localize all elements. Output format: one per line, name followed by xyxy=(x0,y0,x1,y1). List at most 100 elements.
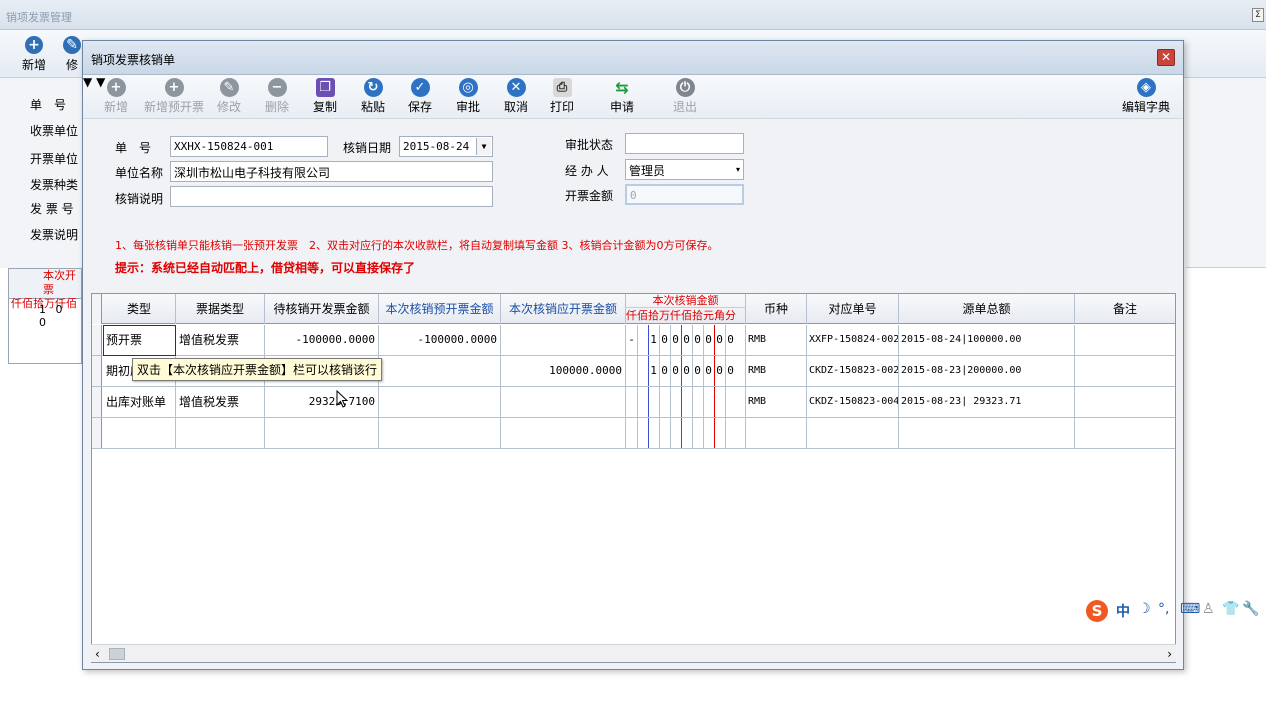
row-indicator[interactable] xyxy=(92,418,102,448)
cell-remark[interactable] xyxy=(1075,356,1175,386)
cell-remark[interactable] xyxy=(1075,387,1175,417)
cell-pre-invoice-amount[interactable]: -100000.0000 xyxy=(379,325,501,355)
cell-due-invoice-amount[interactable] xyxy=(501,418,626,448)
cell-type[interactable] xyxy=(103,418,176,448)
header-remark[interactable]: 备注 xyxy=(1075,294,1175,324)
invoice-amount-field[interactable]: 0 xyxy=(625,184,744,205)
company-field[interactable]: 深圳市松山电子科技有限公司 xyxy=(170,161,493,182)
header-source-total[interactable]: 源单总额 xyxy=(899,294,1075,324)
row-indicator[interactable] xyxy=(92,387,102,417)
delete-button[interactable]: − 删除 xyxy=(265,78,289,115)
cell-amount-digits[interactable] xyxy=(626,418,746,448)
table-row[interactable]: 出库对账单增值税发票29323.7100 RMBCKDZ-150823-00420… xyxy=(92,387,1175,418)
edit-button[interactable]: ✎ 修改 xyxy=(217,78,241,115)
horizontal-scrollbar[interactable]: ‹ › xyxy=(91,644,1176,662)
close-button[interactable]: ✕ xyxy=(1157,49,1175,66)
cell-due-invoice-amount[interactable] xyxy=(501,325,626,355)
amount-digit xyxy=(659,418,670,448)
cell-due-invoice-amount[interactable] xyxy=(501,387,626,417)
cell-currency[interactable] xyxy=(746,418,807,448)
approval-status-field[interactable] xyxy=(625,133,744,154)
cell-remark[interactable] xyxy=(1075,325,1175,355)
note-field[interactable] xyxy=(170,186,493,207)
sogou-logo-icon[interactable]: S xyxy=(1086,600,1108,622)
cell-pending-amount[interactable]: -100000.0000 xyxy=(265,325,379,355)
edit-label: 修改 xyxy=(217,100,242,114)
print-label: 打印 xyxy=(550,100,575,114)
amount-digit: 0 xyxy=(661,333,668,346)
background-window-button[interactable]: Σ xyxy=(1252,8,1264,22)
digit-header: 拾 xyxy=(648,309,659,322)
cell-source-total[interactable]: 2015-08-23| 29323.71 xyxy=(899,387,1075,417)
amount-digit xyxy=(637,418,648,448)
row-indicator[interactable] xyxy=(92,325,102,355)
copy-button[interactable]: ❐ 复制 xyxy=(313,78,337,115)
cell-due-invoice-amount[interactable]: 100000.0000 xyxy=(501,356,626,386)
cell-source-total[interactable]: 2015-08-24|100000.00 xyxy=(899,325,1075,355)
cell-pre-invoice-amount[interactable] xyxy=(379,356,501,386)
shirt-icon[interactable]: 👕 xyxy=(1222,601,1239,617)
cell-currency[interactable]: RMB xyxy=(746,325,807,355)
date-picker[interactable]: 2015-08-24 ▼ xyxy=(399,136,493,157)
table-row[interactable]: 预开票 增值税发票 -100000.0000 -100000.0000 RMB XXFP-… xyxy=(92,325,1175,356)
header-ref-no[interactable]: 对应单号 xyxy=(807,294,899,324)
background-edit-button[interactable]: ✎ 修 xyxy=(60,36,84,73)
punctuation-icon[interactable]: °, xyxy=(1158,601,1169,617)
edit-dictionary-button[interactable]: ◈ 编辑字典 xyxy=(1122,78,1170,115)
cancel-button[interactable]: ✕ 取消 xyxy=(504,78,528,115)
ime-mode-toggle[interactable]: 中 xyxy=(1116,601,1130,621)
cell-amount-digits[interactable]: -10000000 xyxy=(626,325,746,355)
cell-remark[interactable] xyxy=(1075,418,1175,448)
add-preinvoice-button[interactable]: + 新增预开票 xyxy=(144,78,204,115)
add-button[interactable]: + 新增 xyxy=(104,78,128,115)
user-icon[interactable]: ♙ xyxy=(1202,601,1215,617)
chevron-down-icon[interactable]: ▾ xyxy=(734,161,742,178)
moon-icon[interactable]: ☽ xyxy=(1138,601,1151,617)
cell-bill-type[interactable]: 增值税发票 xyxy=(176,387,265,417)
cell-pending-amount[interactable] xyxy=(265,418,379,448)
cell-ref-no[interactable]: CKDZ-150823-002 xyxy=(807,356,899,386)
scroll-thumb[interactable] xyxy=(109,648,125,660)
cell-bill-type[interactable] xyxy=(176,418,265,448)
scroll-left-icon[interactable]: ‹ xyxy=(95,647,100,661)
cell-pre-invoice-amount[interactable] xyxy=(379,418,501,448)
header-pending-amount[interactable]: 待核销开发票金额 xyxy=(265,294,379,324)
background-add-button[interactable]: + 新增 xyxy=(14,36,54,73)
cell-ref-no[interactable]: XXFP-150824-002 xyxy=(807,325,899,355)
table-row[interactable] xyxy=(92,418,1175,449)
scroll-right-icon[interactable]: › xyxy=(1167,647,1172,661)
print-button[interactable]: ⎙ 打印 xyxy=(550,78,574,115)
exit-button[interactable]: ⏻ 退出 xyxy=(673,78,697,115)
wrench-icon[interactable]: 🔧 xyxy=(1242,601,1259,617)
cell-currency[interactable]: RMB xyxy=(746,387,807,417)
cell-amount-digits[interactable]: 10000000 xyxy=(626,356,746,386)
cell-ref-no[interactable] xyxy=(807,418,899,448)
keyboard-icon[interactable]: ⌨ xyxy=(1180,601,1200,617)
cell-ref-no[interactable]: CKDZ-150823-004 xyxy=(807,387,899,417)
header-type[interactable]: 类型 xyxy=(103,294,176,324)
header-currency[interactable]: 币种 xyxy=(746,294,807,324)
print-dropdown-arrow[interactable]: ▼ xyxy=(83,75,92,89)
handler-select[interactable]: 管理员 ▾ xyxy=(625,159,744,180)
row-indicator[interactable] xyxy=(92,356,102,386)
save-button[interactable]: ✓ 保存 xyxy=(408,78,432,115)
paste-icon: ↻ xyxy=(363,78,383,97)
approve-button[interactable]: ◎ 审批 xyxy=(456,78,480,115)
cell-type[interactable]: 出库对账单 xyxy=(103,387,176,417)
header-pre-invoice-amount[interactable]: 本次核销预开票金额 xyxy=(379,294,501,324)
cell-amount-digits[interactable] xyxy=(626,387,746,417)
cell-source-total[interactable] xyxy=(899,418,1075,448)
background-grid-header: 本次开票 仟佰拾万仟佰 xyxy=(9,269,81,310)
header-due-invoice-amount[interactable]: 本次核销应开票金额 xyxy=(501,294,626,324)
doc-no-field[interactable]: XXHX-150824-001 xyxy=(170,136,328,157)
chevron-down-icon[interactable]: ▼ xyxy=(476,138,491,155)
cell-bill-type[interactable]: 增值税发票 xyxy=(176,325,265,355)
amount-digit xyxy=(648,418,659,448)
header-bill-type[interactable]: 票据类型 xyxy=(176,294,265,324)
paste-button[interactable]: ↻ 粘贴 xyxy=(361,78,385,115)
cell-pre-invoice-amount[interactable] xyxy=(379,387,501,417)
cell-source-total[interactable]: 2015-08-23|200000.00 xyxy=(899,356,1075,386)
cell-currency[interactable]: RMB xyxy=(746,356,807,386)
cell-pending-amount[interactable]: 29323.7100 xyxy=(265,387,379,417)
apply-button[interactable]: ⇆ 申请 xyxy=(610,78,634,115)
